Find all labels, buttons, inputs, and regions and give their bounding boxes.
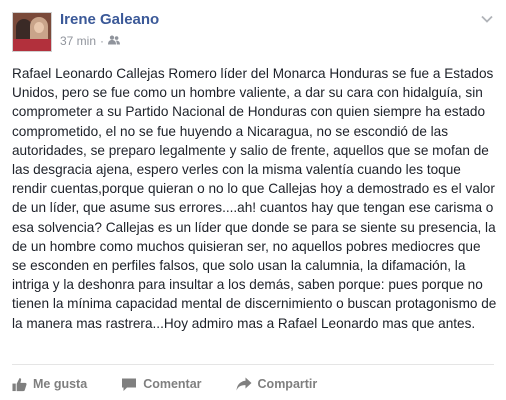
thumbs-up-icon <box>12 377 27 392</box>
post-text: Rafael Leonardo Callejas Romero líder de… <box>12 66 497 331</box>
chevron-down-icon[interactable] <box>480 12 494 26</box>
post-meta: 37 min · <box>60 34 121 48</box>
share-label: Compartir <box>257 377 318 391</box>
avatar[interactable] <box>12 12 52 52</box>
comment-button[interactable]: Comentar <box>121 377 202 392</box>
like-button[interactable]: Me gusta <box>12 377 87 392</box>
meta-separator: · <box>100 34 105 48</box>
divider <box>12 364 494 365</box>
author-name[interactable]: Irene Galeano <box>60 11 159 28</box>
post-actions: Me gusta Comentar Compartir <box>12 374 351 394</box>
friends-icon[interactable] <box>108 34 121 48</box>
facebook-post: Irene Galeano 37 min · Rafael Leonardo C… <box>0 0 506 400</box>
share-button[interactable]: Compartir <box>236 377 318 391</box>
share-icon <box>236 377 252 391</box>
comment-icon <box>121 377 137 392</box>
like-label: Me gusta <box>33 377 88 391</box>
comment-label: Comentar <box>143 377 202 391</box>
post-timestamp[interactable]: 37 min <box>60 34 96 48</box>
